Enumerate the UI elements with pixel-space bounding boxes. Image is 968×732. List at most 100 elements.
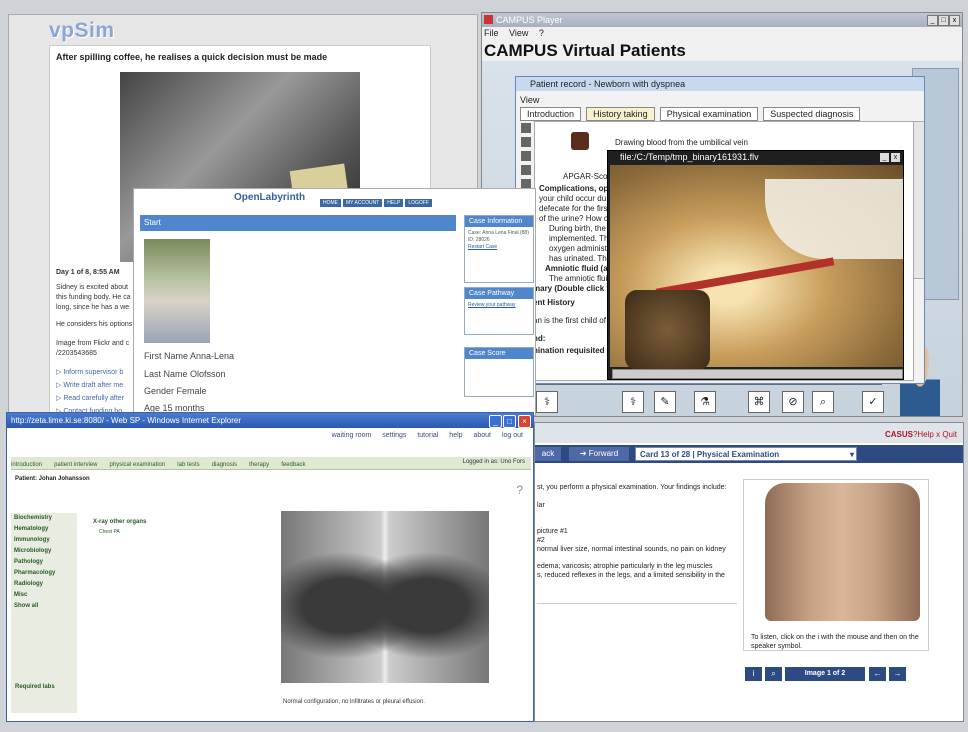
tab-therapy[interactable]: therapy — [249, 462, 269, 468]
nav-therapy-icon[interactable]: ⊘ — [782, 391, 804, 413]
close-x-icon[interactable] — [521, 137, 531, 147]
case-pathway-title: Case Pathway — [465, 288, 533, 299]
next-image-button[interactable]: → — [889, 667, 906, 681]
vpsim-option[interactable]: Read carefully after — [56, 392, 124, 405]
forward-label: Forward — [588, 449, 619, 458]
case-score-box: Case Score — [464, 347, 534, 397]
campus-titlebar: CAMPUS Player — [482, 13, 962, 27]
lab-immunology[interactable]: Immunology — [11, 535, 77, 546]
link-help[interactable]: help — [449, 432, 462, 439]
link-waiting-room[interactable]: waiting room — [332, 432, 372, 439]
olab-nav-help[interactable]: HELP — [384, 199, 404, 207]
info-button[interactable]: i — [745, 667, 762, 681]
chevron-down-icon: ▾ — [849, 450, 854, 459]
tab-lab-tests[interactable]: lab tests — [177, 462, 199, 468]
link-settings[interactable]: settings — [382, 432, 406, 439]
exam-text: lar — [537, 502, 545, 509]
tab-diagnosis[interactable]: diagnosis — [212, 462, 237, 468]
casus-quit-link[interactable]: x Quit — [936, 430, 957, 439]
review-pathway-link[interactable]: Review your pathway — [468, 302, 516, 308]
folder-icon[interactable] — [521, 123, 531, 133]
record-line: has urinated. The — [549, 254, 612, 263]
vpsim-headline: After spilling coffee, he realises a qui… — [56, 52, 328, 62]
casus-window: CASUS ?Help x Quit ack ➔ Forward Card 13… — [534, 422, 964, 722]
tab-feedback[interactable]: feedback — [281, 462, 305, 468]
vpsim-option[interactable]: Write draft after me — [56, 379, 124, 392]
vpsim-body: Sidney is excited about — [56, 284, 128, 291]
video-clip-icon[interactable] — [571, 132, 589, 150]
video-titlebar: file:/C:/Temp/tmp_binary161931.flv — [608, 151, 903, 164]
tab-history-taking[interactable]: History taking — [586, 107, 655, 121]
person-icon[interactable] — [521, 151, 531, 161]
video-frame[interactable] — [610, 165, 903, 370]
olab-nav-home[interactable]: HOME — [320, 199, 341, 207]
tab-introduction[interactable]: Introduction — [520, 107, 582, 121]
forward-button[interactable]: ➔ Forward — [569, 447, 629, 461]
lab-pharmacology[interactable]: Pharmacology — [11, 568, 77, 579]
note-icon[interactable] — [521, 165, 531, 175]
lab-biochemistry[interactable]: Biochemistry — [11, 513, 77, 524]
menu-help[interactable]: ? — [539, 28, 544, 38]
vpsim-body: long, since he has a we — [56, 304, 130, 311]
case-information-title: Case Information — [465, 216, 533, 227]
campus-menubar: File View ? — [484, 28, 552, 38]
nav-search-icon[interactable]: ⌕ — [812, 391, 834, 413]
lab-show-all[interactable]: Show all — [11, 601, 77, 612]
patient-name: Patient: Johan Johansson — [15, 476, 90, 482]
help-icon[interactable]: ? — [516, 483, 523, 497]
menu-view[interactable]: View — [509, 28, 528, 38]
required-labs[interactable]: Required labs — [15, 684, 55, 690]
prev-image-button[interactable]: ← — [869, 667, 886, 681]
record-line: oxygen administr — [549, 244, 610, 253]
close-button[interactable]: x — [949, 15, 960, 26]
olab-nav-account[interactable]: MY ACCOUNT — [343, 199, 383, 207]
lab-category-sidebar: Biochemistry Hematology Immunology Micro… — [11, 513, 77, 713]
link-log-out[interactable]: log out — [502, 432, 523, 439]
chest-xray-image — [281, 511, 489, 683]
ie-maximize-button[interactable]: □ — [503, 415, 516, 428]
video-minimize-button[interactable]: _ — [880, 153, 889, 162]
zoom-button[interactable]: ⌕ — [765, 667, 782, 681]
card-selector[interactable]: Card 13 of 28 | Physical Examination ▾ — [635, 447, 857, 461]
olab-nav-logoff[interactable]: LOGOFF — [405, 199, 432, 207]
tab-suspected-diagnosis[interactable]: Suspected diagnosis — [763, 107, 861, 121]
lab-pathology[interactable]: Pathology — [11, 557, 77, 568]
nav-diagnosis-icon[interactable]: ⌘ — [748, 391, 770, 413]
nav-lab-icon[interactable]: ⚗ — [694, 391, 716, 413]
vpsim-logo: vpSim — [49, 19, 115, 42]
tab-physical-examination[interactable]: physical examination — [110, 462, 166, 468]
video-close-button[interactable]: x — [891, 153, 900, 162]
nav-tools-icon[interactable]: ✎ — [654, 391, 676, 413]
lab-hematology[interactable]: Hematology — [11, 524, 77, 535]
back-button[interactable]: ack — [535, 447, 561, 461]
ie-close-button[interactable]: × — [518, 415, 531, 428]
lab-radiology[interactable]: Radiology — [11, 579, 77, 590]
record-menu-view[interactable]: View — [520, 95, 539, 105]
video-seekbar[interactable] — [612, 369, 903, 379]
record-title: Patient record - Newborn with dyspnea — [530, 79, 686, 89]
casus-help-link[interactable]: ?Help — [913, 430, 934, 439]
record-scrollbar[interactable] — [913, 121, 924, 279]
vpsim-body: He considers his options — [56, 321, 133, 328]
link-tutorial[interactable]: tutorial — [417, 432, 438, 439]
lab-microbiology[interactable]: Microbiology — [11, 546, 77, 557]
restart-case-link[interactable]: Restart Case — [468, 244, 497, 250]
record-line: nination requisited — [533, 346, 605, 355]
tab-introduction[interactable]: introduction — [11, 462, 42, 468]
lab-misc[interactable]: Misc — [11, 590, 77, 601]
link-about[interactable]: about — [473, 432, 491, 439]
nav-history-icon[interactable]: ⚕ — [536, 391, 558, 413]
nav-exam-icon[interactable]: ⚕ — [622, 391, 644, 413]
tab-physical-examination[interactable]: Physical examination — [659, 107, 759, 121]
record-line: During birth, the n — [549, 224, 613, 233]
vpsim-option[interactable]: Inform supervisor b — [56, 366, 124, 379]
nav-check-icon[interactable]: ✓ — [862, 391, 884, 413]
ie-minimize-button[interactable]: _ — [489, 415, 502, 428]
minimize-button[interactable]: _ — [927, 15, 938, 26]
chest-pa-link[interactable]: Chest PA — [99, 529, 120, 535]
tab-patient-interview[interactable]: patient interview — [54, 462, 97, 468]
forward-arrow-icon: ➔ — [579, 449, 589, 458]
menu-file[interactable]: File — [484, 28, 499, 38]
maximize-button[interactable]: □ — [938, 15, 949, 26]
patient-back-photo — [765, 483, 920, 621]
